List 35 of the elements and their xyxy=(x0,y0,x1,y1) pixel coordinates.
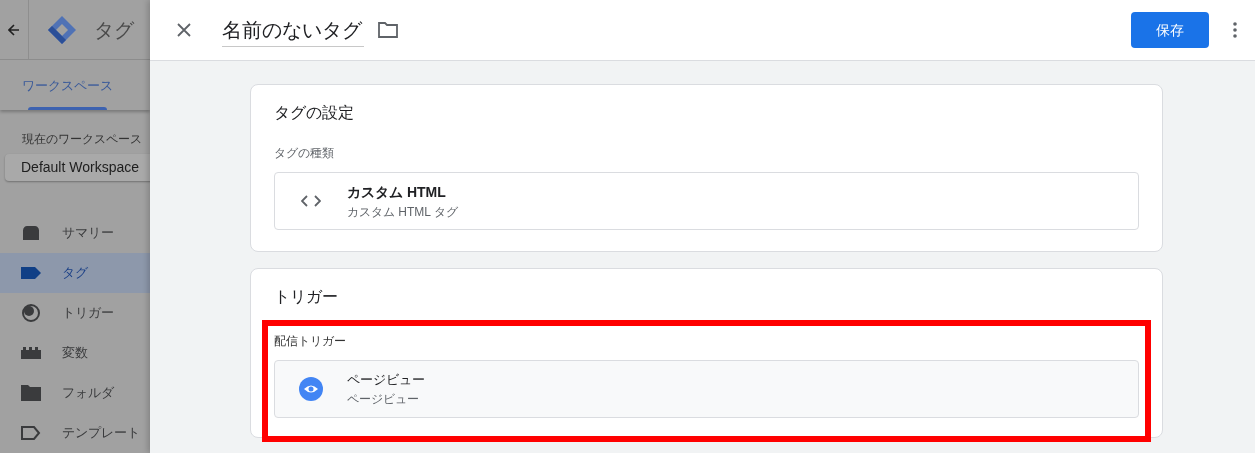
nav-item[interactable]: トリガー xyxy=(0,293,150,333)
eye-icon xyxy=(299,377,323,401)
folder-icon xyxy=(21,385,41,401)
workspace-selector[interactable]: Default Workspace xyxy=(5,154,150,181)
code-icon xyxy=(301,195,321,207)
more-menu-icon[interactable] xyxy=(1233,22,1237,38)
field-label: 配信トリガー xyxy=(274,333,347,350)
trigger-description: ページビュー xyxy=(347,390,420,408)
workspace-label: 現在のワークスペース xyxy=(22,131,143,148)
trigger-name: ページビュー xyxy=(347,371,425,390)
nav-item[interactable]: 変数 xyxy=(0,333,150,373)
card-heading: タグの設定 xyxy=(274,103,355,123)
label-outline-icon xyxy=(21,426,41,440)
back-arrow-icon[interactable] xyxy=(8,23,20,36)
app-title: タグ xyxy=(94,17,134,43)
save-button[interactable]: 保存 xyxy=(1131,12,1209,48)
nav-item[interactable]: タグ xyxy=(0,253,150,293)
nav-item[interactable]: サマリー xyxy=(0,213,150,253)
tag-type-description: カスタム HTML タグ xyxy=(347,203,458,221)
tag-type-name: カスタム HTML xyxy=(347,182,447,202)
card-heading: トリガー xyxy=(274,287,339,307)
blocks-icon xyxy=(21,347,41,359)
tag-type-row[interactable]: カスタム HTML カスタム HTML タグ xyxy=(274,172,1139,230)
close-icon[interactable] xyxy=(176,22,192,38)
diamond-logo-icon xyxy=(46,13,78,46)
workspace-tab[interactable]: ワークスペース xyxy=(22,60,113,110)
tray-icon xyxy=(21,225,41,241)
nav-item[interactable]: フォルダ xyxy=(0,373,150,413)
trigger-row[interactable]: ページビュー ページビュー xyxy=(274,360,1139,418)
field-label: タグの種類 xyxy=(274,145,335,162)
folder-icon[interactable] xyxy=(378,22,398,38)
label-icon xyxy=(21,267,41,279)
tag-name-field[interactable]: 名前のないタグ xyxy=(222,13,364,47)
trigger-icon xyxy=(21,303,41,323)
nav-item[interactable]: テンプレート xyxy=(0,413,150,453)
